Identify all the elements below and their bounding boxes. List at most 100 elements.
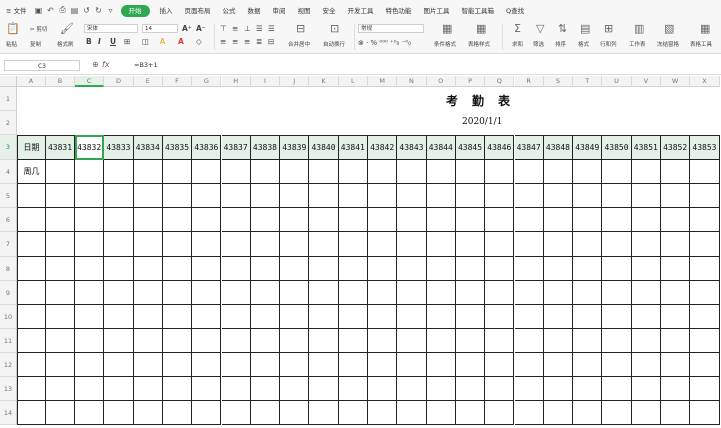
row-header-4[interactable]: 4 [0, 160, 17, 184]
cell-o3[interactable]: 43844 [426, 135, 456, 160]
cell-u11[interactable] [602, 329, 632, 353]
cell-u8[interactable] [602, 257, 632, 281]
cell-w11[interactable] [661, 329, 691, 353]
cell-c14[interactable] [75, 401, 105, 425]
cell-x13[interactable] [690, 377, 720, 401]
cell-r4[interactable] [514, 160, 544, 184]
cell-h10[interactable] [221, 305, 251, 329]
rows-cols-icon[interactable]: ⊞ [604, 22, 613, 35]
select-all-corner[interactable] [0, 76, 17, 87]
cell-v7[interactable] [631, 232, 661, 257]
currency-percent-buttons[interactable]: ⊗ · % ⁰⁰⁰ ⁺⁰₀ ⁻⁰₀ [358, 39, 411, 47]
cell-c5[interactable] [75, 184, 105, 208]
format-painter-icon[interactable]: 🖌 [60, 22, 74, 35]
cell-k4[interactable] [309, 160, 339, 184]
cell-j4[interactable] [280, 160, 310, 184]
cell-g5[interactable] [192, 184, 222, 208]
cell-c3[interactable]: 43832 [75, 135, 105, 160]
cell-f8[interactable] [162, 257, 193, 281]
row-header-9[interactable]: 9 [0, 281, 17, 305]
cell-e11[interactable] [133, 329, 163, 353]
cell-c9[interactable] [75, 281, 105, 305]
cell-u6[interactable] [602, 208, 632, 232]
sum-icon[interactable]: Σ [514, 22, 521, 35]
cell-m11[interactable] [368, 329, 398, 353]
cell-l8[interactable] [338, 257, 368, 281]
cell-q4[interactable] [485, 160, 515, 184]
cell-l12[interactable] [338, 353, 368, 377]
cell-h11[interactable] [221, 329, 251, 353]
cell-a4[interactable]: 周几 [17, 160, 46, 184]
cell-v14[interactable] [631, 401, 661, 425]
cell-j13[interactable] [280, 377, 310, 401]
cell-f11[interactable] [162, 329, 193, 353]
cell-u14[interactable] [602, 401, 632, 425]
cell-a7[interactable] [17, 232, 46, 257]
cell-e6[interactable] [133, 208, 163, 232]
sum-button[interactable]: 求和 [512, 40, 523, 48]
freeze-icon[interactable]: ▧ [664, 22, 674, 35]
cell-i6[interactable] [250, 208, 281, 232]
cell-j3[interactable]: 43839 [280, 135, 310, 160]
cell-l14[interactable] [338, 401, 368, 425]
cell-m12[interactable] [368, 353, 398, 377]
row-header-1[interactable]: 1 [0, 87, 17, 111]
cell-m5[interactable] [368, 184, 398, 208]
undo-icon[interactable]: ↺ [81, 6, 93, 15]
cell-g11[interactable] [192, 329, 222, 353]
cell-g13[interactable] [192, 377, 222, 401]
column-header-d[interactable]: D [104, 76, 134, 87]
column-header-m[interactable]: M [368, 76, 398, 87]
cell-v12[interactable] [631, 353, 661, 377]
cell-k6[interactable] [309, 208, 339, 232]
cell-u9[interactable] [602, 281, 632, 305]
cell-r14[interactable] [514, 401, 544, 425]
worksheet-icon[interactable]: ▥ [634, 22, 644, 35]
column-header-g[interactable]: G [192, 76, 222, 87]
cell-t10[interactable] [573, 305, 603, 329]
rows-cols-button[interactable]: 行和列 [600, 40, 617, 48]
cell-j9[interactable] [280, 281, 310, 305]
cell-x7[interactable] [690, 232, 720, 257]
cell-o11[interactable] [426, 329, 456, 353]
cell-o5[interactable] [426, 184, 456, 208]
cell-q11[interactable] [485, 329, 515, 353]
cell-m10[interactable] [368, 305, 398, 329]
cell-u3[interactable]: 43850 [602, 135, 632, 160]
cell-a3[interactable]: 日期 [17, 135, 46, 160]
tab-8[interactable]: 开发工具 [342, 7, 380, 15]
cell-b10[interactable] [46, 305, 75, 329]
cell-e8[interactable] [133, 257, 163, 281]
cell-q7[interactable] [485, 232, 515, 257]
cell-v10[interactable] [631, 305, 661, 329]
cell-i9[interactable] [250, 281, 281, 305]
cell-b13[interactable] [46, 377, 75, 401]
cell-u7[interactable] [602, 232, 632, 257]
cell-d12[interactable] [104, 353, 134, 377]
cell-q12[interactable] [485, 353, 515, 377]
cell-x5[interactable] [690, 184, 720, 208]
column-header-c[interactable]: C [75, 76, 105, 87]
cell-q3[interactable]: 43846 [485, 135, 515, 160]
column-header-b[interactable]: B [46, 76, 75, 87]
cell-c6[interactable] [75, 208, 105, 232]
column-header-l[interactable]: L [338, 76, 368, 87]
cell-d14[interactable] [104, 401, 134, 425]
cell-g6[interactable] [192, 208, 222, 232]
cell-p13[interactable] [455, 377, 486, 401]
cell-p8[interactable] [455, 257, 486, 281]
cell-w4[interactable] [661, 160, 691, 184]
cell-q8[interactable] [485, 257, 515, 281]
column-header-n[interactable]: N [397, 76, 427, 87]
cell-b8[interactable] [46, 257, 75, 281]
cell-i13[interactable] [250, 377, 281, 401]
paste-button[interactable]: 粘贴 [6, 40, 17, 48]
cell-u12[interactable] [602, 353, 632, 377]
cell-t6[interactable] [573, 208, 603, 232]
cell-w8[interactable] [661, 257, 691, 281]
cell-f12[interactable] [162, 353, 193, 377]
tab-10[interactable]: 图片工具 [418, 7, 456, 15]
cell-r5[interactable] [514, 184, 544, 208]
cell-o10[interactable] [426, 305, 456, 329]
cell-l3[interactable]: 43841 [338, 135, 368, 160]
